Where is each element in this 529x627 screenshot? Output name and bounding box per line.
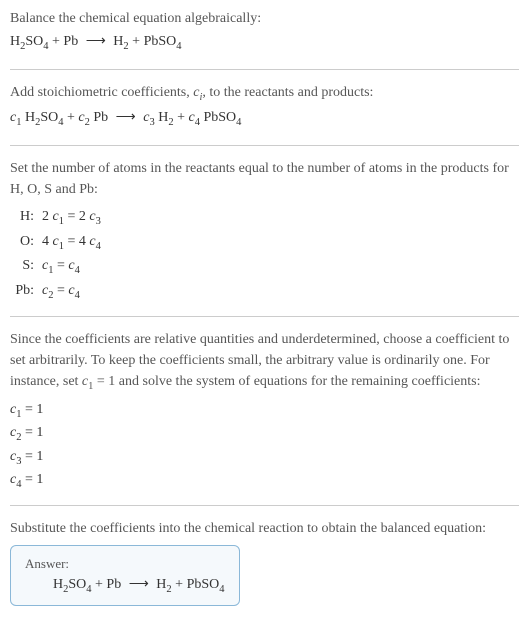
coef-list: c1 = 1 c2 = 1 c3 = 1 c4 = 1 <box>10 399 519 493</box>
section-stoich-coef: Add stoichiometric coefficients, ci, to … <box>10 82 519 133</box>
atom-equation: c2 = c4 <box>42 280 80 305</box>
intro-text-5: Substitute the coefficients into the che… <box>10 518 519 539</box>
intro-text-3: Set the number of atoms in the reactants… <box>10 158 519 200</box>
atom-row: S: c1 = c4 <box>14 255 519 280</box>
divider-1 <box>10 69 519 70</box>
atom-equation: c1 = c4 <box>42 255 80 280</box>
atom-row: H: 2 c1 = 2 c3 <box>14 206 519 231</box>
intro-text-1: Balance the chemical equation algebraica… <box>10 8 519 29</box>
atom-equation: 2 c1 = 2 c3 <box>42 206 101 231</box>
section-answer: Substitute the coefficients into the che… <box>10 518 519 606</box>
intro-text-2: Add stoichiometric coefficients, ci, to … <box>10 82 519 106</box>
atom-label: O: <box>14 231 42 256</box>
atom-row: O: 4 c1 = 4 c4 <box>14 231 519 256</box>
coef-row: c4 = 1 <box>10 469 519 493</box>
atom-label: Pb: <box>14 280 42 305</box>
intro-text-4: Since the coefficients are relative quan… <box>10 329 519 395</box>
divider-4 <box>10 505 519 506</box>
atom-row: Pb: c2 = c4 <box>14 280 519 305</box>
coef-row: c2 = 1 <box>10 422 519 446</box>
answer-equation: H2SO4 + Pb ⟶ H2 + PbSO4 <box>25 576 225 595</box>
atom-equation: 4 c1 = 4 c4 <box>42 231 101 256</box>
section-atom-balance: Set the number of atoms in the reactants… <box>10 158 519 304</box>
section-balance-intro: Balance the chemical equation algebraica… <box>10 8 519 57</box>
equation-2: c1 H2SO4 + c2 Pb ⟶ c3 H2 + c4 PbSO4 <box>10 105 519 133</box>
equation-1: H2SO4 + Pb ⟶ H2 + PbSO4 <box>10 29 519 57</box>
section-solve-coef: Since the coefficients are relative quan… <box>10 329 519 493</box>
coef-row: c1 = 1 <box>10 399 519 423</box>
coef-row: c3 = 1 <box>10 446 519 470</box>
divider-2 <box>10 145 519 146</box>
atom-table: H: 2 c1 = 2 c3 O: 4 c1 = 4 c4 S: c1 = c4… <box>14 206 519 304</box>
answer-box: Answer: H2SO4 + Pb ⟶ H2 + PbSO4 <box>10 545 240 606</box>
atom-label: S: <box>14 255 42 280</box>
divider-3 <box>10 316 519 317</box>
answer-label: Answer: <box>25 556 225 572</box>
atom-label: H: <box>14 206 42 231</box>
